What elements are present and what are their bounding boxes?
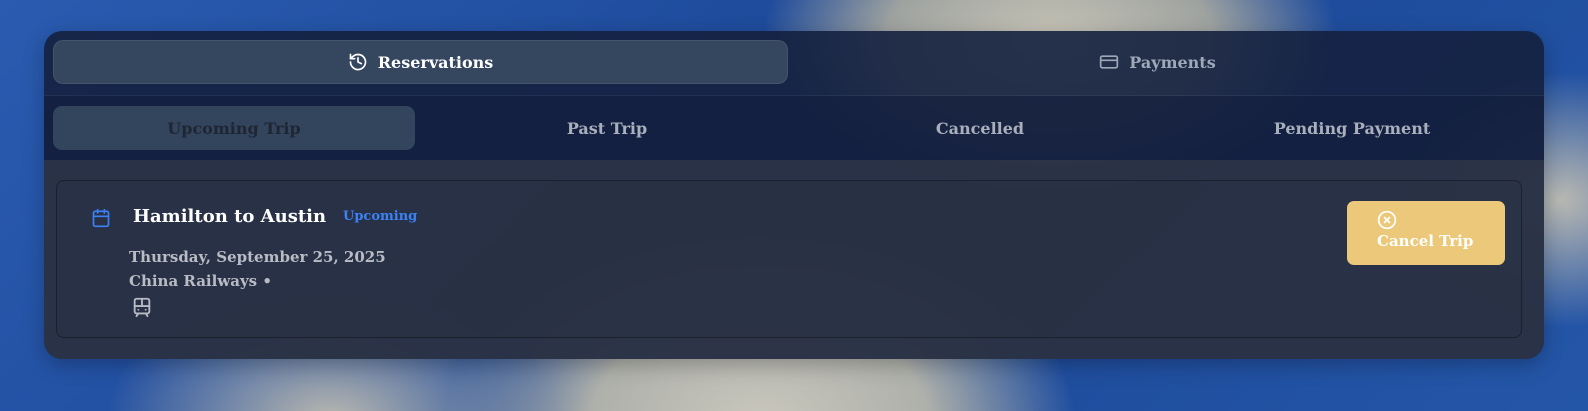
tab-reservations-label: Reservations bbox=[377, 52, 494, 72]
tab-pending-payment[interactable]: Pending Payment bbox=[1171, 106, 1533, 150]
cancel-trip-button[interactable]: Cancel Trip bbox=[1347, 201, 1505, 265]
tab-reservations[interactable]: Reservations bbox=[53, 40, 788, 84]
history-icon bbox=[349, 53, 366, 71]
train-icon bbox=[133, 297, 151, 318]
trip-title: Hamilton to Austin bbox=[133, 206, 327, 227]
x-circle-icon bbox=[1377, 210, 1397, 230]
trip-card: Hamilton to Austin Upcoming Thursday, Se… bbox=[56, 180, 1522, 338]
tab-cancelled[interactable]: Cancelled bbox=[799, 106, 1161, 150]
reservations-panel: Reservations Payments Upcoming Trip Past… bbox=[44, 31, 1544, 359]
calendar-icon bbox=[92, 208, 110, 228]
status-badge: Upcoming bbox=[343, 209, 418, 224]
tab-past-trip[interactable]: Past Trip bbox=[426, 106, 788, 150]
cancel-trip-label: Cancel Trip bbox=[1377, 232, 1474, 250]
trip-filter-tabs: Upcoming Trip Past Trip Cancelled Pendin… bbox=[44, 96, 1544, 160]
trip-list: Hamilton to Austin Upcoming Thursday, Se… bbox=[44, 160, 1544, 359]
tab-payments[interactable]: Payments bbox=[790, 40, 1525, 84]
trip-operator: China Railways • bbox=[129, 272, 272, 290]
tab-upcoming-trip[interactable]: Upcoming Trip bbox=[53, 106, 415, 150]
top-tab-bar: Reservations Payments bbox=[44, 31, 1544, 96]
tab-payments-label: Payments bbox=[1129, 52, 1216, 72]
trip-date: Thursday, September 25, 2025 bbox=[129, 248, 386, 266]
credit-card-icon bbox=[1100, 55, 1119, 69]
